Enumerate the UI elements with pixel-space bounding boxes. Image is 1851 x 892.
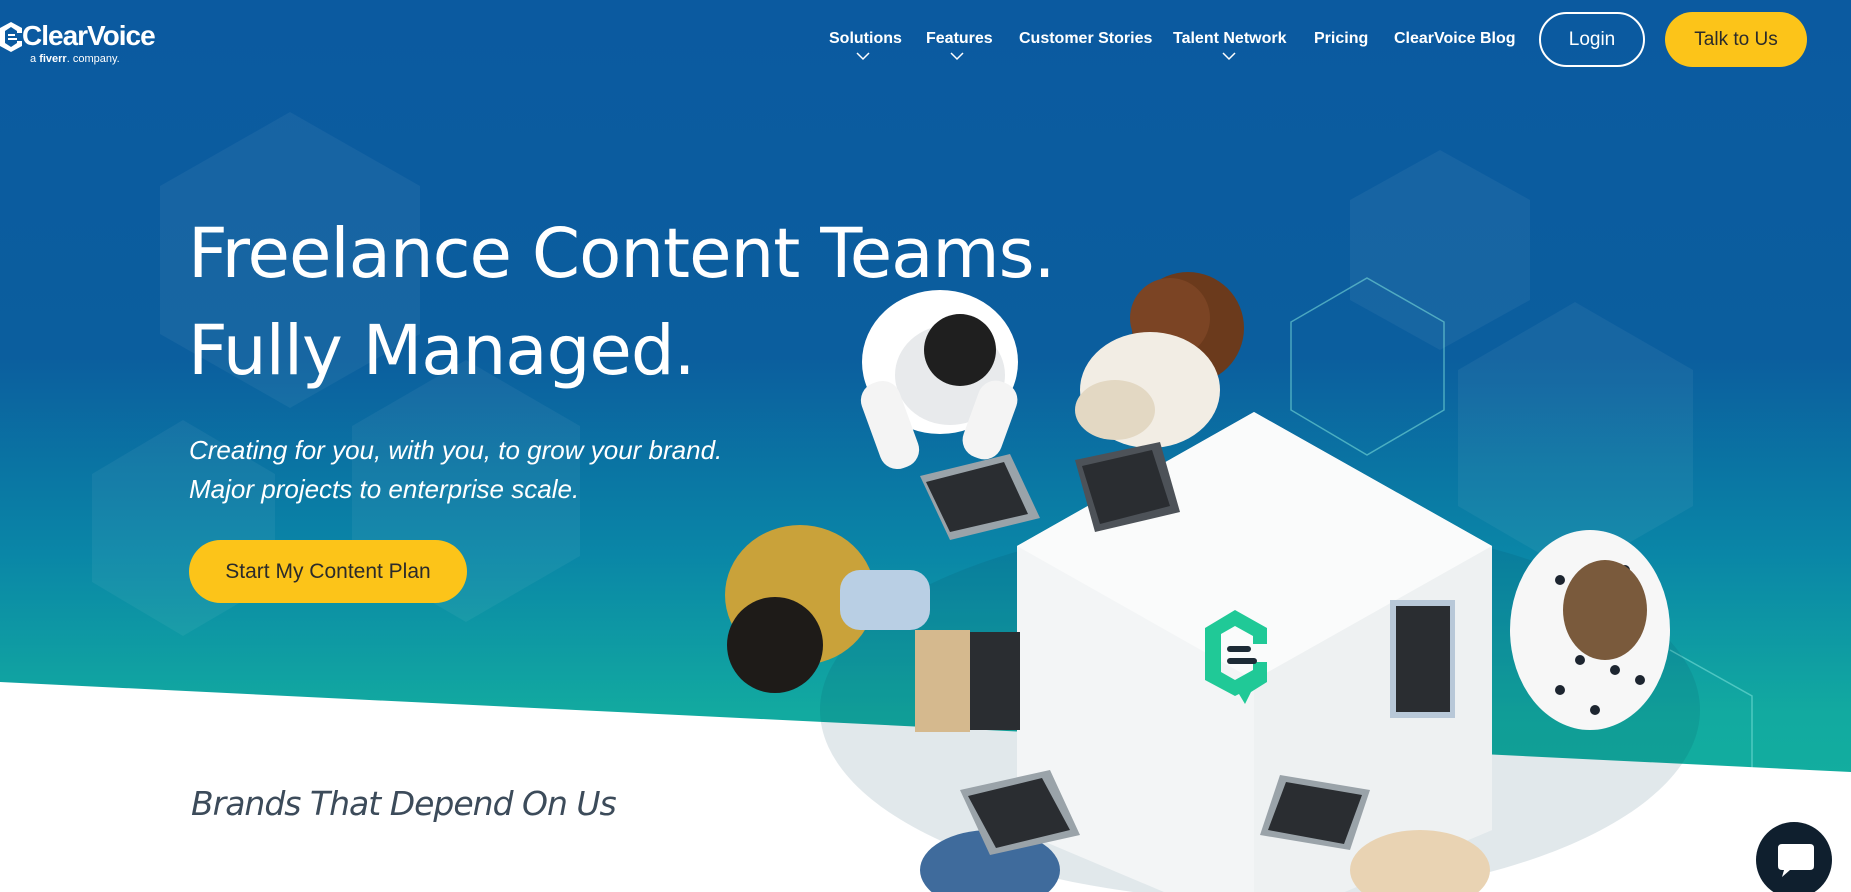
logo-tagline-brand: fiverr [39, 53, 67, 65]
chat-widget-button[interactable] [1756, 822, 1832, 892]
nav-item-features[interactable]: Features [926, 30, 993, 48]
hero-subheadline: Creating for you, with you, to grow your… [189, 431, 722, 509]
hero-headline: Freelance Content Teams. Fully Managed. [188, 206, 1056, 400]
nav-item-talent-network[interactable]: Talent Network [1173, 30, 1287, 48]
talk-to-us-button[interactable]: Talk to Us [1665, 12, 1807, 67]
nav-item-customer-stories[interactable]: Customer Stories [1019, 30, 1152, 48]
hero-subheadline-line1: Creating for you, with you, to grow your… [189, 435, 723, 465]
logo-tagline-prefix: a [30, 53, 40, 65]
clearvoice-logo-icon [0, 22, 22, 52]
site-header: ClearVoice a fiverr. company. Solutions … [0, 0, 1851, 80]
login-button[interactable]: Login [1539, 12, 1645, 67]
chevron-down-icon[interactable] [1221, 51, 1237, 61]
logo-tagline-suffix: . company. [66, 53, 120, 65]
hero-subheadline-line2: Major projects to enterprise scale. [189, 474, 580, 504]
logo-wordmark: ClearVoice [22, 20, 156, 51]
logo-tagline: a fiverr. company. [30, 53, 120, 65]
chat-bubble-icon [1778, 844, 1814, 877]
nav-item-blog[interactable]: ClearVoice Blog [1394, 30, 1516, 48]
start-content-plan-button[interactable]: Start My Content Plan [189, 540, 467, 603]
nav-item-solutions[interactable]: Solutions [829, 30, 902, 48]
chevron-down-icon[interactable] [855, 51, 871, 61]
hero-headline-line1: Freelance Content Teams. [188, 214, 1056, 294]
nav-item-pricing[interactable]: Pricing [1314, 30, 1368, 48]
chevron-down-icon[interactable] [949, 51, 965, 61]
brands-section-title: Brands That Depend On Us [191, 784, 617, 823]
hero-headline-line2: Fully Managed. [188, 311, 696, 391]
